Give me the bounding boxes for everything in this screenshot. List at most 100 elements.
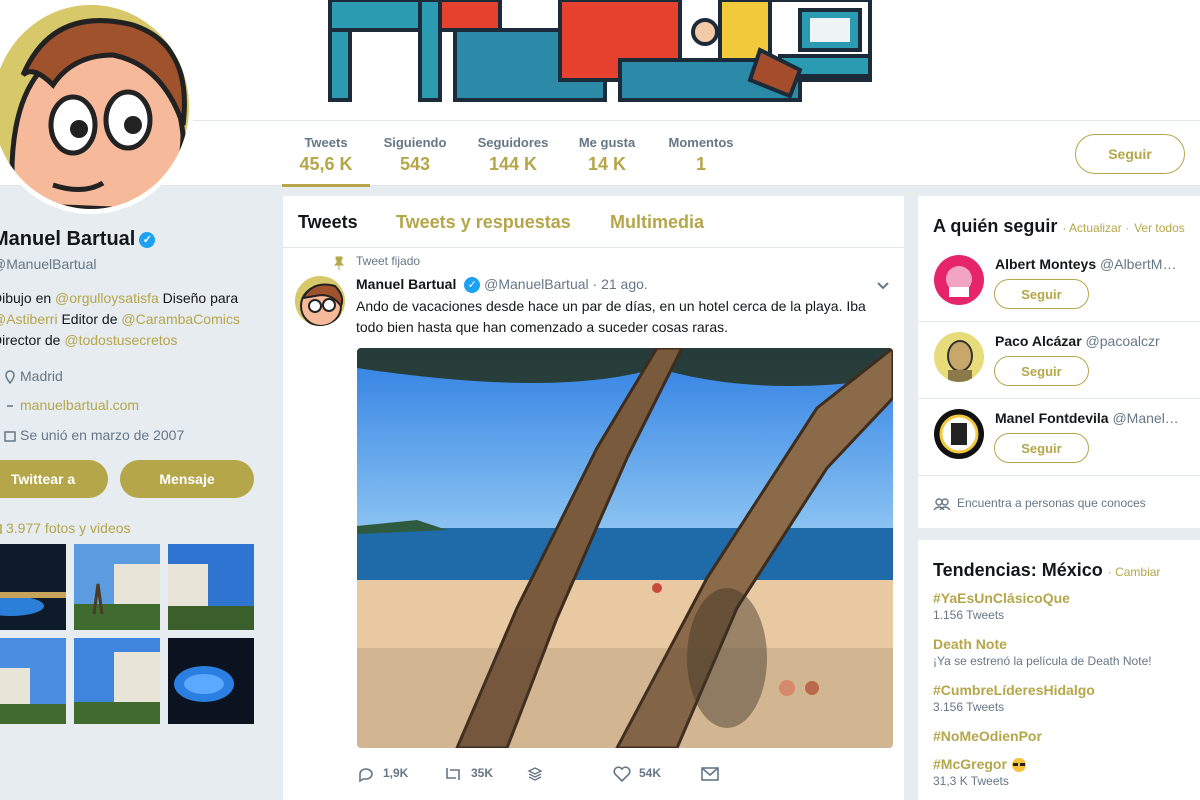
suggestion-handle: @pacoalczr — [1085, 333, 1160, 349]
photos-videos-link[interactable]: 3.977 fotos y videos — [0, 520, 131, 536]
suggestion-follow-button[interactable]: Seguir — [994, 356, 1089, 386]
who-to-follow-title: A quién seguir · Actualizar · Ver todos — [933, 216, 1185, 237]
bio-link-orgulloysatisfa[interactable]: @orgulloysatisfa — [55, 290, 159, 306]
find-people-link[interactable]: Encuentra a personas que conoces — [933, 496, 1146, 511]
suggestion-display-name: Albert Monteys — [995, 256, 1097, 272]
avatar-illustration — [0, 5, 189, 209]
chevron-down-icon[interactable] — [876, 278, 890, 292]
suggestion-name[interactable]: Albert Monteys @AlbertM… — [995, 256, 1176, 272]
media-thumbnail[interactable] — [74, 544, 160, 630]
suggestion-item: Albert Monteys @AlbertM… Seguir — [918, 246, 1200, 322]
tab-tweets-replies[interactable]: Tweets y respuestas — [396, 212, 571, 233]
nav-likes[interactable]: Me gusta 14 K — [574, 135, 640, 175]
nav-likes-label: Me gusta — [578, 135, 636, 150]
profile-name: Manuel Bartual ✓ — [0, 228, 156, 251]
layers-icon — [527, 767, 543, 781]
trend-name: #CumbreLíderesHidalgo — [933, 682, 1095, 698]
nav-following[interactable]: Siguiendo 543 — [380, 135, 450, 175]
suggestion-item: Paco Alcázar @pacoalczr Seguir — [918, 323, 1200, 399]
media-thumbnail[interactable] — [74, 638, 160, 724]
nav-following-count: 543 — [399, 154, 431, 174]
trend-count: 1.156 Tweets — [933, 608, 1005, 622]
suggestion-avatar[interactable] — [934, 332, 984, 382]
media-thumbnail[interactable] — [168, 544, 254, 630]
retweet-count: 35K — [471, 766, 494, 781]
suggestion-item: Manel Fontdevila @Manel… Seguir — [918, 400, 1200, 476]
photos-videos-label: 3.977 fotos y videos — [6, 520, 131, 536]
trend-count: 3.156 Tweets — [933, 700, 1005, 714]
suggestion-display-name: Manel Fontdevila — [995, 410, 1109, 426]
nav-tweets-label: Tweets — [304, 135, 348, 150]
profile-bio: Dibujo en @orgulloysatisfa Diseño para @… — [0, 288, 252, 351]
refresh-link[interactable]: · Actualizar · — [1062, 221, 1129, 235]
pin-icon — [333, 256, 345, 270]
trend-item[interactable]: #CumbreLíderesHidalgo 3.156 Tweets — [933, 682, 1200, 714]
trend-item[interactable]: #McGregor 31,3 K Tweets — [933, 756, 1200, 788]
bio-link-todostusecretos[interactable]: @todostusecretos — [64, 332, 177, 348]
suggestion-name[interactable]: Paco Alcázar @pacoalczr — [995, 333, 1160, 349]
tweet-text: Ando de vacaciones desde hace un par de … — [356, 298, 866, 335]
tweet-handle[interactable]: @ManuelBartual — [484, 276, 589, 292]
reply-action[interactable]: 1,9K — [357, 766, 409, 783]
suggestion-follow-button[interactable]: Seguir — [994, 433, 1089, 463]
layers-action[interactable] — [527, 766, 551, 782]
suggestion-avatar-image — [934, 332, 984, 382]
trend-item[interactable]: Death Note ¡Ya se estrenó la película de… — [933, 636, 1200, 668]
trend-item[interactable]: #NoMeOdienPor — [933, 728, 1200, 744]
thumbnail-image — [74, 544, 160, 630]
link-icon — [7, 405, 13, 408]
nav-moments[interactable]: Momentos 1 — [664, 135, 738, 175]
who-to-follow-heading: A quién seguir — [933, 216, 1058, 236]
view-all-link[interactable]: Ver todos — [1134, 221, 1185, 235]
bio-text-1: Dibujo en — [0, 290, 52, 306]
message-button[interactable]: Mensaje — [120, 460, 254, 498]
trend-item[interactable]: #YaEsUnClásicoQue 1.156 Tweets — [933, 590, 1200, 622]
tweet-author[interactable]: Manuel Bartual — [356, 276, 456, 292]
profile-joined: Se unió en marzo de 2007 — [4, 427, 184, 443]
timeline-tabs: Tweets Tweets y respuestas Multimedia — [283, 196, 904, 248]
dm-action[interactable] — [701, 766, 727, 781]
website-link[interactable]: manuelbartual.com — [20, 397, 139, 413]
like-count: 54K — [639, 766, 662, 781]
retweet-action[interactable]: 35K — [443, 766, 493, 782]
like-action[interactable]: 54K — [613, 766, 662, 783]
suggestion-avatar-image — [934, 409, 984, 459]
suggestion-avatar[interactable] — [934, 255, 984, 305]
suggestion-name[interactable]: Manel Fontdevila @Manel… — [995, 410, 1179, 426]
suggestion-follow-button[interactable]: Seguir — [994, 279, 1089, 309]
nav-followers[interactable]: Seguidores 144 K — [473, 135, 553, 175]
media-thumbnail[interactable] — [0, 544, 66, 630]
profile-handle[interactable]: @ManuelBartual — [0, 256, 97, 272]
change-trends-link[interactable]: · Cambiar — [1108, 565, 1161, 579]
tweet-date[interactable]: · 21 ago. — [593, 276, 648, 292]
bio-link-carambacomics[interactable]: @CarambaComics — [121, 311, 239, 327]
media-thumbnail[interactable] — [168, 638, 254, 724]
retweet-icon — [446, 768, 460, 780]
find-people-text: Encuentra a personas que conoces — [957, 496, 1146, 510]
nav-likes-count: 14 K — [587, 154, 627, 174]
tab-media[interactable]: Multimedia — [610, 212, 704, 233]
tab-tweets[interactable]: Tweets — [298, 212, 358, 233]
profile-location: Madrid — [4, 368, 63, 385]
nav-tweets[interactable]: Tweets 45,6 K — [282, 135, 370, 187]
location-icon — [5, 370, 15, 385]
bio-text-2: Diseño para — [158, 290, 239, 306]
media-thumbnail[interactable] — [0, 638, 66, 724]
beach-photo — [357, 348, 893, 748]
thumbnail-image — [0, 638, 66, 724]
follow-button[interactable]: Seguir — [1075, 134, 1185, 174]
bio-link-astiberri[interactable]: @Astiberri — [0, 311, 58, 327]
nav-moments-count: 1 — [695, 154, 706, 174]
tweet-avatar[interactable] — [295, 276, 345, 326]
nav-tweets-count: 45,6 K — [299, 154, 353, 174]
reply-icon — [359, 768, 373, 783]
reply-count: 1,9K — [383, 766, 409, 781]
who-to-follow: A quién seguir · Actualizar · Ver todos … — [918, 196, 1200, 528]
suggestion-avatar[interactable] — [934, 409, 984, 459]
nav-followers-label: Seguidores — [477, 135, 549, 150]
tweet-to-button[interactable]: Twittear a — [0, 460, 108, 498]
tweet-header: Manuel Bartual ✓ @ManuelBartual · 21 ago… — [356, 276, 648, 294]
thumbnail-image — [168, 638, 254, 724]
heart-icon — [613, 766, 631, 783]
tweet-photo[interactable] — [357, 348, 893, 748]
